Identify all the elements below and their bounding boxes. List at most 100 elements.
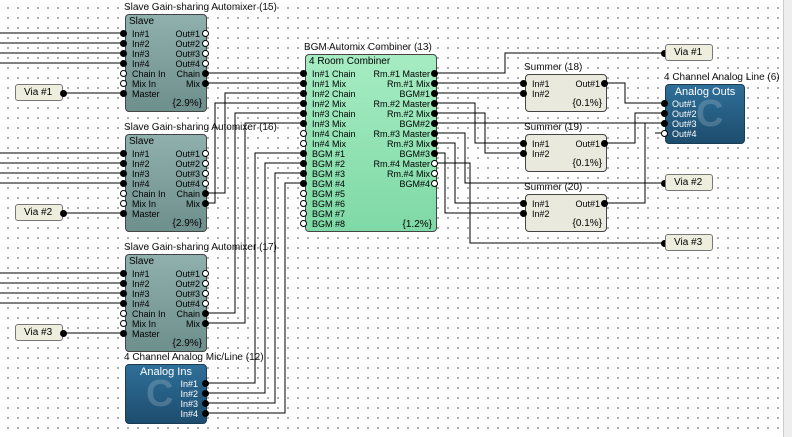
combiner-in-port-8[interactable] xyxy=(300,140,307,147)
analog-in-1-port[interactable] xyxy=(202,380,209,387)
slave-automixer-16-block[interactable]: Slave In#1 In#2 In#3 In#4 Chain In Mix I… xyxy=(125,134,207,232)
via-2-right[interactable]: Via #2 xyxy=(665,174,713,191)
slave-15-in2-port[interactable] xyxy=(120,40,127,47)
slave-16-in1-port[interactable] xyxy=(120,150,127,157)
analog-outs-block[interactable]: C Analog Outs Out#1 Out#2 Out#3 Out#4 xyxy=(665,84,745,144)
summer-18-in1-port[interactable] xyxy=(520,80,527,87)
slave-17-mix-port[interactable] xyxy=(202,320,209,327)
analog-out-4-port[interactable] xyxy=(661,130,668,137)
combiner-in-port-10[interactable] xyxy=(300,160,307,167)
combiner-in-port-2[interactable] xyxy=(300,80,307,87)
slave-17-chain-port[interactable] xyxy=(202,310,209,317)
analog-out-1-port[interactable] xyxy=(661,100,668,107)
slave-16-master-port[interactable] xyxy=(120,210,127,217)
slave-17-master-port[interactable] xyxy=(120,330,127,337)
combiner-out-port-5[interactable] xyxy=(431,110,438,117)
combiner-in-port-13[interactable] xyxy=(300,190,307,197)
summer-20-in1-port[interactable] xyxy=(520,200,527,207)
summer-19-block[interactable]: In#1 In#2 Out#1 {0.1%} xyxy=(525,134,607,172)
combiner-out-port-10[interactable] xyxy=(431,160,438,167)
combiner-out-port-6[interactable] xyxy=(431,120,438,127)
slave-automixer-15-block[interactable]: Slave In#1 In#2 In#3 In#4 Chain In Mix I… xyxy=(125,14,207,112)
slave-16-out1-port[interactable] xyxy=(202,150,209,157)
slave-automixer-17-block[interactable]: Slave In#1 In#2 In#3 In#4 Chain In Mix I… xyxy=(125,254,207,352)
slave-15-out3-port[interactable] xyxy=(202,50,209,57)
slave-17-in3-port[interactable] xyxy=(120,290,127,297)
bgm-automix-combiner-block[interactable]: 4 Room Combiner In#1 Chain In#1 Mix In#2… xyxy=(305,54,437,232)
slave-15-mix-port[interactable] xyxy=(202,80,209,87)
slave-16-in2-port[interactable] xyxy=(120,160,127,167)
slave-17-out2-port[interactable] xyxy=(202,280,209,287)
via-1-left[interactable]: Via #1 xyxy=(15,84,63,101)
via-2-left-port[interactable] xyxy=(60,210,67,217)
via-3-left-port[interactable] xyxy=(60,330,67,337)
slave-16-mixin-port[interactable] xyxy=(120,200,127,207)
slave-16-out2-port[interactable] xyxy=(202,160,209,167)
slave-16-out3-port[interactable] xyxy=(202,170,209,177)
analog-in-4-port[interactable] xyxy=(202,410,209,417)
via-3-right[interactable]: Via #3 xyxy=(665,234,713,251)
slave-16-out4-port[interactable] xyxy=(202,180,209,187)
slave-15-out4-port[interactable] xyxy=(202,60,209,67)
combiner-out-port-11[interactable] xyxy=(431,170,438,177)
combiner-in-port-9[interactable] xyxy=(300,150,307,157)
combiner-in-port-4[interactable] xyxy=(300,100,307,107)
slave-15-in3-port[interactable] xyxy=(120,50,127,57)
combiner-out-port-8[interactable] xyxy=(431,140,438,147)
via-1-left-port[interactable] xyxy=(60,90,67,97)
slave-17-out4-port[interactable] xyxy=(202,300,209,307)
summer-20-in2-port[interactable] xyxy=(520,210,527,217)
slave-17-chainin-port[interactable] xyxy=(120,310,127,317)
combiner-out-port-1[interactable] xyxy=(431,70,438,77)
combiner-in-port-11[interactable] xyxy=(300,170,307,177)
via-1-right[interactable]: Via #1 xyxy=(665,44,713,61)
slave-17-mixin-port[interactable] xyxy=(120,320,127,327)
combiner-out-port-12[interactable] xyxy=(431,180,438,187)
combiner-out-port-7[interactable] xyxy=(431,130,438,137)
slave-17-out3-port[interactable] xyxy=(202,290,209,297)
combiner-in-port-12[interactable] xyxy=(300,180,307,187)
analog-out-2-port[interactable] xyxy=(661,110,668,117)
combiner-in-port-15[interactable] xyxy=(300,210,307,217)
slave-15-chain-port[interactable] xyxy=(202,70,209,77)
vertical-scrollbar[interactable] xyxy=(783,0,792,437)
summer-19-out1-port[interactable] xyxy=(601,140,608,147)
analog-ins-block[interactable]: C Analog Ins In#1 In#2 In#3 In#4 xyxy=(125,364,207,424)
slave-17-in4-port[interactable] xyxy=(120,300,127,307)
combiner-in-port-6[interactable] xyxy=(300,120,307,127)
slave-15-out1-port[interactable] xyxy=(202,30,209,37)
combiner-out-port-2[interactable] xyxy=(431,80,438,87)
slave-15-mixin-port[interactable] xyxy=(120,80,127,87)
slave-17-in2-port[interactable] xyxy=(120,280,127,287)
combiner-in-port-1[interactable] xyxy=(300,70,307,77)
combiner-in-port-5[interactable] xyxy=(300,110,307,117)
combiner-out-port-3[interactable] xyxy=(431,90,438,97)
summer-18-block[interactable]: In#1 In#2 Out#1 {0.1%} xyxy=(525,74,607,112)
slave-15-chainin-port[interactable] xyxy=(120,70,127,77)
slave-16-chainin-port[interactable] xyxy=(120,190,127,197)
summer-18-in2-port[interactable] xyxy=(520,90,527,97)
slave-16-in4-port[interactable] xyxy=(120,180,127,187)
slave-16-in3-port[interactable] xyxy=(120,170,127,177)
combiner-in-port-14[interactable] xyxy=(300,200,307,207)
analog-in-2-port[interactable] xyxy=(202,390,209,397)
slave-16-mix-port[interactable] xyxy=(202,200,209,207)
summer-19-in2-port[interactable] xyxy=(520,150,527,157)
analog-out-3-port[interactable] xyxy=(661,120,668,127)
combiner-in-port-7[interactable] xyxy=(300,130,307,137)
summer-20-block[interactable]: In#1 In#2 Out#1 {0.1%} xyxy=(525,194,607,232)
slave-15-out2-port[interactable] xyxy=(202,40,209,47)
via-3-left[interactable]: Via #3 xyxy=(15,324,63,341)
summer-19-in1-port[interactable] xyxy=(520,140,527,147)
slave-15-master-port[interactable] xyxy=(120,90,127,97)
summer-20-out1-port[interactable] xyxy=(601,200,608,207)
analog-in-3-port[interactable] xyxy=(202,400,209,407)
combiner-out-port-4[interactable] xyxy=(431,100,438,107)
slave-15-in4-port[interactable] xyxy=(120,60,127,67)
combiner-out-port-9[interactable] xyxy=(431,150,438,157)
slave-17-in1-port[interactable] xyxy=(120,270,127,277)
slave-16-chain-port[interactable] xyxy=(202,190,209,197)
combiner-in-port-3[interactable] xyxy=(300,90,307,97)
slave-17-out1-port[interactable] xyxy=(202,270,209,277)
via-2-left[interactable]: Via #2 xyxy=(15,204,63,221)
